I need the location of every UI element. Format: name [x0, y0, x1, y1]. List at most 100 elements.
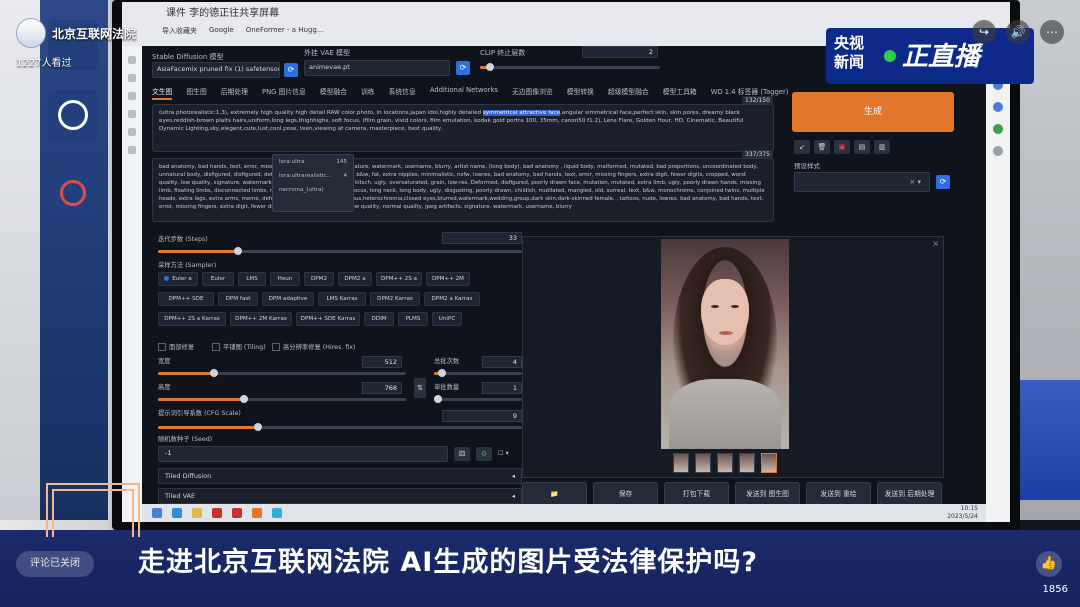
batch-count-slider[interactable]: [434, 369, 522, 377]
arrow-icon[interactable]: ↙: [794, 140, 810, 154]
sidebar-icon[interactable]: [128, 110, 136, 118]
sampler-option[interactable]: DPM adaptive: [262, 292, 314, 306]
sampler-option[interactable]: DPM2 a: [338, 272, 372, 286]
hires-fix-checkbox[interactable]: 高分辨率修复 (Hires. fix): [272, 342, 355, 351]
tab-img2img[interactable]: 图生图: [186, 86, 206, 100]
taskbar-clock[interactable]: 10:15 2023/5/24: [947, 505, 978, 521]
sampler-option[interactable]: DPM fast: [218, 292, 258, 306]
autocomplete-item[interactable]: necroma_(ultra): [273, 183, 353, 197]
app-icon[interactable]: [272, 508, 282, 518]
style-icon[interactable]: ▤: [854, 140, 870, 154]
batch-count-value[interactable]: 4: [482, 356, 522, 368]
sampler-option[interactable]: DPM2 Karras: [370, 292, 420, 306]
autocomplete-item[interactable]: lora:ultra 145: [273, 155, 353, 169]
save-button[interactable]: 保存: [593, 482, 658, 506]
tab-extras[interactable]: 后期处理: [221, 86, 248, 100]
sidebar-icon[interactable]: [128, 92, 136, 100]
vae-select[interactable]: animevae.pt: [304, 60, 450, 76]
slider-knob[interactable]: [254, 423, 262, 431]
width-slider[interactable]: [158, 369, 406, 377]
sampler-option[interactable]: DDIM: [364, 312, 394, 326]
tiled-diffusion-accordion[interactable]: Tiled Diffusion ◂: [158, 468, 522, 484]
refresh-icon[interactable]: ⟳: [456, 61, 470, 75]
steps-value[interactable]: 33: [442, 232, 522, 244]
sampler-option[interactable]: DPM++ SDE Karras: [296, 312, 360, 326]
close-icon[interactable]: ×: [932, 239, 939, 248]
negative-prompt-textarea[interactable]: bad anatomy, bad hands, text, error, mis…: [152, 158, 774, 222]
tab-convert[interactable]: 模型转换: [567, 86, 594, 100]
prompt-textarea[interactable]: (ultra photorealistic:1.3), extremely hi…: [152, 104, 774, 152]
edge-icon[interactable]: [172, 508, 182, 518]
slider-knob[interactable]: [210, 369, 218, 377]
sampler-option[interactable]: Euler: [202, 272, 234, 286]
tab-system[interactable]: 系统信息: [389, 86, 416, 100]
tab-super-merge[interactable]: 超级模型融合: [608, 86, 649, 100]
refresh-icon[interactable]: ⟳: [284, 63, 298, 77]
sidebar-icon[interactable]: [128, 56, 136, 64]
thumbnail[interactable]: [739, 453, 755, 473]
slider-knob[interactable]: [438, 369, 446, 377]
share-icon[interactable]: ↪: [972, 20, 996, 44]
start-icon[interactable]: [152, 508, 162, 518]
tab-train[interactable]: 训练: [361, 86, 375, 100]
extra-seed-toggle[interactable]: ☐ ▾: [498, 450, 509, 457]
send-to-extras-button[interactable]: 发送到 后期处理: [877, 482, 942, 506]
sampler-option[interactable]: Heun: [270, 272, 300, 286]
sampler-option[interactable]: DPM2 a Karras: [424, 292, 480, 306]
app-icon[interactable]: [252, 508, 262, 518]
save-style-icon[interactable]: ▥: [874, 140, 890, 154]
channel-header[interactable]: 北京互联网法院: [16, 18, 136, 48]
sidebar-icon[interactable]: [128, 128, 136, 136]
sidebar-icon[interactable]: [128, 74, 136, 82]
sampler-option[interactable]: Euler a: [158, 272, 198, 286]
channel-name[interactable]: 北京互联网法院: [52, 25, 136, 42]
cfg-value[interactable]: 9: [442, 410, 522, 422]
bookmark-item[interactable]: Google: [209, 26, 234, 36]
thumbnail[interactable]: [695, 453, 711, 473]
bookmark-item[interactable]: 导入收藏夹: [162, 26, 197, 36]
like-icon[interactable]: 👍: [1036, 551, 1062, 577]
clip-value[interactable]: 2: [582, 46, 658, 58]
tab-toolkit[interactable]: 模型工具箱: [663, 86, 697, 100]
slider-knob[interactable]: [234, 247, 243, 255]
tab-merge[interactable]: 模型融合: [320, 86, 347, 100]
cfg-slider[interactable]: [158, 423, 522, 431]
height-value[interactable]: 768: [362, 382, 402, 394]
tab-png-info[interactable]: PNG 图片信息: [262, 86, 306, 100]
width-value[interactable]: 512: [362, 356, 402, 368]
open-folder-icon[interactable]: 📁: [522, 482, 587, 506]
generate-button[interactable]: 生成: [792, 92, 954, 132]
checkpoint-select[interactable]: AsiaFacemix pruned fix (1) safetensors […: [152, 62, 280, 78]
send-to-img2img-button[interactable]: 发送到 图生图: [735, 482, 800, 506]
trash-icon[interactable]: 🗑: [814, 140, 830, 154]
wps-icon[interactable]: [232, 508, 242, 518]
dice-icon[interactable]: ⚄: [454, 447, 470, 461]
browser-tab-title[interactable]: 课件 李的德正往共享屏幕: [166, 4, 279, 19]
sampler-option[interactable]: PLMS: [398, 312, 428, 326]
thumbnail[interactable]: [673, 453, 689, 473]
refresh-icon[interactable]: ⟳: [936, 175, 950, 189]
batch-size-slider[interactable]: [434, 395, 522, 403]
sampler-option[interactable]: DPM++ 2S a Karras: [158, 312, 226, 326]
sampler-option[interactable]: UniPC: [432, 312, 462, 326]
autocomplete-item[interactable]: lora:ultrarealistic... 4: [273, 169, 353, 183]
thumbnail[interactable]: [761, 453, 777, 473]
sampler-option[interactable]: DPM++ 2S a: [376, 272, 422, 286]
sampler-option[interactable]: DPM++ SDE: [158, 292, 214, 306]
app-icon[interactable]: [212, 508, 222, 518]
clipboard-icon[interactable]: ▣: [834, 140, 850, 154]
bookmark-item[interactable]: OneFormer - a Hugg...: [246, 26, 324, 36]
slider-knob[interactable]: [240, 395, 248, 403]
slider-knob[interactable]: [486, 63, 494, 71]
tiled-vae-accordion[interactable]: Tiled VAE ◂: [158, 488, 522, 504]
add-icon[interactable]: [993, 146, 1003, 156]
tab-additional-networks[interactable]: Additional Networks: [430, 86, 498, 100]
height-slider[interactable]: [158, 395, 406, 403]
explorer-icon[interactable]: [192, 508, 202, 518]
sampler-option[interactable]: LMS: [238, 272, 266, 286]
generated-image[interactable]: [661, 239, 789, 449]
sidebar-icon[interactable]: [993, 124, 1003, 134]
volume-icon[interactable]: 🔊: [1006, 20, 1030, 44]
seed-input[interactable]: -1: [158, 446, 448, 462]
recycle-icon[interactable]: ♻: [476, 447, 492, 461]
